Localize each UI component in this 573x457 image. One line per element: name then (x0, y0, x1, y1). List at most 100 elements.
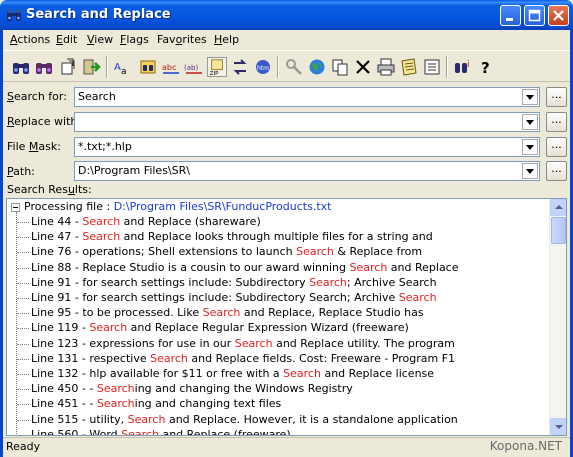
svg-text:i: i (467, 60, 470, 70)
svg-text:htm: htm (257, 65, 269, 72)
result-line[interactable]: Line 451 - - Searching and changing text… (7, 397, 547, 412)
about-icon[interactable]: i (453, 57, 473, 77)
path-combo[interactable]: D:\Program Files\SR\ (74, 161, 540, 181)
toolbar-separator (446, 56, 448, 78)
copy-icon[interactable] (330, 57, 350, 77)
result-line[interactable]: Line 515 - utility, Search and Replace. … (7, 413, 547, 428)
notes-icon[interactable] (399, 57, 419, 77)
tree-line (17, 267, 29, 269)
chevron-down-icon[interactable] (522, 163, 538, 179)
minimize-button[interactable] (500, 5, 521, 26)
svg-text:abc: abc (162, 63, 176, 72)
result-line[interactable]: Line 91 - for search settings include: S… (7, 291, 547, 306)
tree-line (17, 374, 29, 375)
result-line[interactable]: Line 88 - Replace Studio is a cousin to … (7, 261, 547, 276)
result-line-text: Line 560 - Word Search and Replace (free… (31, 427, 291, 436)
result-line-text: Line 123 - expressions for use in our Se… (31, 336, 455, 350)
menu-favorites[interactable]: Favorites (157, 33, 207, 46)
result-line[interactable]: Line 76 - operations; Shell extensions t… (7, 245, 547, 260)
print-icon[interactable] (376, 57, 396, 77)
svg-text:A: A (114, 62, 121, 73)
svg-text:(ab): (ab) (184, 64, 198, 72)
abc-regex-icon[interactable]: (ab) (184, 57, 204, 77)
list-icon[interactable] (422, 57, 442, 77)
result-line[interactable]: Line 450 - - Searching and changing the … (7, 382, 547, 397)
binoculars-icon[interactable] (11, 57, 31, 77)
maximize-icon (528, 9, 541, 22)
result-line[interactable]: Line 560 - Word Search and Replace (free… (7, 427, 547, 436)
path-browse-button[interactable]: ... (546, 161, 567, 181)
watermark: Kopona.NET (489, 439, 562, 453)
result-line[interactable]: Line 95 - to be processed. Like Search a… (7, 306, 547, 321)
search-for-browse-button[interactable]: ... (546, 87, 567, 107)
tree-line (17, 298, 29, 299)
file-mask-combo[interactable]: *.txt;*.hlp (74, 137, 540, 157)
globe-icon[interactable] (307, 57, 327, 77)
menu-bar: Actions Edit View Flags Favorites Help (3, 30, 570, 49)
close-button[interactable] (548, 5, 569, 26)
result-line-text: Line 76 - operations; Shell extensions t… (31, 245, 423, 259)
zip-icon[interactable]: ZIP (207, 57, 227, 77)
result-line-text: Line 450 - - Searching and changing the … (31, 382, 353, 396)
tree-line (17, 328, 29, 330)
result-line[interactable]: Line 123 - expressions for use in our Se… (7, 337, 547, 352)
result-line[interactable]: Line 91 - for search settings include: S… (7, 276, 547, 291)
tree-line (17, 252, 29, 254)
status-bar: Ready Kopona.NET (3, 437, 570, 454)
delete-icon[interactable] (353, 57, 373, 77)
file-mask-browse-button[interactable]: ... (546, 137, 567, 157)
menu-actions[interactable]: Actions (10, 33, 50, 46)
result-line[interactable]: Line 44 - Search and Replace (shareware) (7, 215, 547, 230)
collapse-icon[interactable] (11, 203, 20, 212)
minimize-icon (506, 18, 513, 21)
result-line-text: Line 515 - utility, Search and Replace. … (31, 412, 458, 426)
chevron-down-icon[interactable] (522, 89, 538, 105)
tools-icon[interactable] (284, 57, 304, 77)
status-text: Ready (6, 440, 41, 453)
close-icon (553, 10, 564, 21)
tree-line (17, 389, 29, 391)
menu-view[interactable]: View (87, 33, 113, 46)
abc-icon[interactable]: abc (161, 57, 181, 77)
menu-help[interactable]: Help (214, 33, 239, 46)
scroll-down-button[interactable] (550, 418, 566, 435)
svg-text:a: a (121, 67, 127, 77)
result-line-text: Line 91 - for search settings include: S… (31, 291, 437, 304)
replace-with-browse-button[interactable]: ... (546, 112, 567, 132)
window-title: Search and Replace (26, 7, 171, 22)
result-line-text: Line 131 - respective Search and Replace… (31, 351, 456, 365)
result-line[interactable]: Line 47 - Search and Replace looks throu… (7, 230, 547, 245)
maximize-button[interactable] (524, 5, 545, 26)
html-icon[interactable]: htm (253, 57, 273, 77)
replace-with-label: Replace with: (7, 115, 82, 128)
result-line[interactable]: Line 119 - Search and Replace Regular Ex… (7, 321, 547, 336)
tree-line (17, 434, 29, 435)
search-for-combo[interactable]: Search (74, 87, 540, 107)
open-icon[interactable] (58, 57, 78, 77)
tree-line (17, 313, 29, 315)
toolbar-separator (277, 56, 279, 78)
find-in-files-icon[interactable] (138, 57, 158, 77)
help-icon[interactable]: ? (476, 57, 496, 77)
binoculars-replace-icon[interactable] (34, 57, 54, 77)
search-results-tree[interactable]: Processing file : D:\Program Files\SR\Fu… (6, 198, 567, 436)
menu-edit[interactable]: Edit (56, 33, 77, 46)
tree-line (17, 358, 29, 360)
menu-flags[interactable]: Flags (120, 33, 149, 46)
svg-text:?: ? (481, 59, 490, 77)
result-line[interactable]: Line 132 - hlp available for $11 or free… (7, 367, 547, 382)
scroll-thumb[interactable] (551, 217, 566, 244)
result-line-text: Line 132 - hlp available for $11 or free… (31, 367, 435, 380)
replace-icon[interactable] (230, 57, 250, 77)
exit-icon[interactable] (81, 57, 101, 77)
result-line[interactable]: Line 131 - respective Search and Replace… (7, 352, 547, 367)
scroll-up-button[interactable] (550, 199, 566, 216)
toolbar: Aa abc (ab) ZIP htm i ? (3, 50, 570, 82)
case-icon[interactable]: Aa (113, 57, 133, 77)
vertical-scrollbar[interactable] (549, 199, 566, 435)
window-frame-left (0, 30, 3, 457)
chevron-down-icon[interactable] (522, 114, 538, 130)
tree-line (17, 237, 29, 239)
replace-with-combo[interactable] (74, 112, 540, 132)
chevron-down-icon[interactable] (522, 139, 538, 155)
